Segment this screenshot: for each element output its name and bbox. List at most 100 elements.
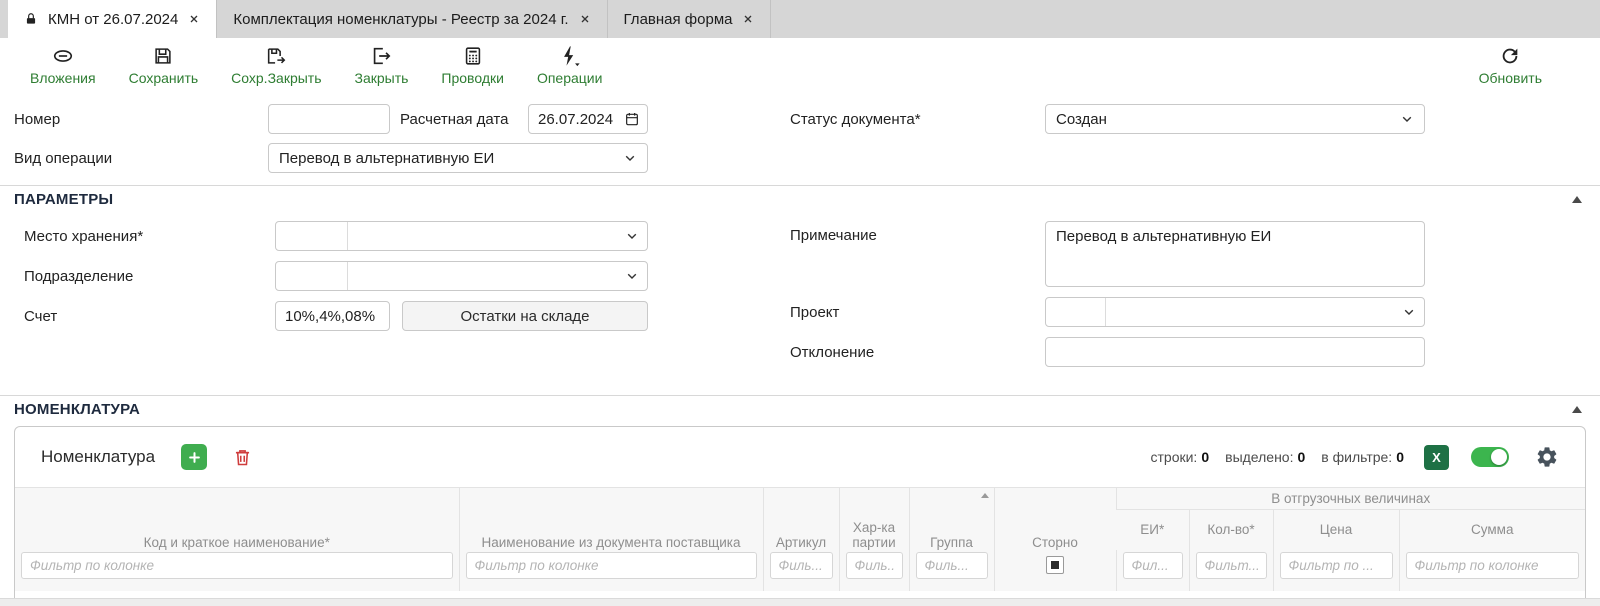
parameters-section-header[interactable]: ПАРАМЕТРЫ [0, 185, 1600, 213]
filter-input-article[interactable] [770, 552, 833, 579]
checkbox-indeterminate-mark [1051, 561, 1059, 569]
calculator-icon [462, 45, 484, 67]
filter-cell [909, 550, 994, 591]
close-document-button[interactable]: Закрыть [355, 45, 409, 86]
filter-input-supplier-name[interactable] [466, 552, 757, 579]
document-form: Номер Расчетная дата 26.07.2024 Статус д… [0, 96, 1600, 182]
column-header-storno[interactable]: Сторно [994, 488, 1116, 550]
filter-cell [1399, 550, 1585, 591]
form-row: Вид операции Перевод в альтернативную ЕИ [14, 143, 1600, 173]
refresh-button[interactable]: Обновить [1479, 45, 1542, 86]
storage-label: Место хранения* [24, 228, 275, 245]
postings-label: Проводки [441, 70, 504, 86]
deviation-input[interactable] [1045, 337, 1425, 367]
calc-date-value: 26.07.2024 [538, 111, 624, 128]
excel-glyph: X [1432, 450, 1441, 465]
account-input[interactable] [275, 301, 390, 331]
tab-label: КМН от 26.07.2024 [48, 11, 178, 28]
parameters-title: ПАРАМЕТРЫ [14, 191, 113, 208]
operations-button[interactable]: Операции [537, 45, 603, 86]
filter-input-group[interactable] [916, 552, 988, 579]
filter-cell [763, 550, 839, 591]
filter-input-batch[interactable] [846, 552, 903, 579]
chevron-down-icon [617, 269, 647, 283]
parameters-left-column: Место хранения* Подразделение [24, 221, 648, 377]
tab-register[interactable]: Комплектация номенклатуры - Реестр за 20… [217, 0, 607, 38]
department-code-segment[interactable] [276, 262, 348, 290]
close-label: Закрыть [355, 70, 409, 86]
save-close-button[interactable]: Сохр.Закрыть [231, 45, 321, 86]
postings-button[interactable]: Проводки [441, 45, 504, 86]
department-select[interactable] [275, 261, 648, 291]
close-icon[interactable] [188, 13, 200, 25]
storno-filter-checkbox[interactable] [1046, 556, 1064, 574]
filter-input-price[interactable] [1280, 552, 1393, 579]
lightning-icon [558, 45, 582, 67]
nomenclature-section-header[interactable]: НОМЕНКЛАТУРА [0, 395, 1600, 423]
tab-document[interactable]: КМН от 26.07.2024 [8, 0, 217, 38]
operation-type-select[interactable]: Перевод в альтернативную ЕИ [268, 143, 648, 173]
calc-date-input[interactable]: 26.07.2024 [528, 104, 648, 134]
exit-door-icon [370, 45, 392, 67]
column-header-supplier-name[interactable]: Наименование из документа поставщика [459, 488, 763, 550]
attachments-button[interactable]: Вложения [30, 45, 96, 86]
filter-input-code[interactable] [21, 552, 453, 579]
calendar-icon[interactable] [624, 111, 640, 127]
status-label: Статус документа* [790, 111, 1045, 128]
tab-label: Комплектация номенклатуры - Реестр за 20… [233, 11, 568, 28]
close-icon[interactable] [742, 13, 754, 25]
horizontal-scrollbar[interactable] [0, 598, 1600, 606]
tab-label: Главная форма [624, 11, 733, 28]
calc-date-label: Расчетная дата [400, 111, 528, 128]
status-select[interactable]: Создан [1045, 104, 1425, 134]
settings-gear-icon[interactable] [1535, 445, 1559, 469]
column-header-group[interactable]: Группа [909, 488, 994, 550]
note-value: Перевод в альтернативную ЕИ [1056, 228, 1271, 245]
filtered-count: в фильтре:0 [1321, 449, 1404, 465]
filter-cell [1189, 550, 1273, 591]
collapse-icon[interactable] [1572, 406, 1582, 413]
department-label: Подразделение [24, 268, 275, 285]
floppy-arrow-icon [265, 45, 287, 67]
column-header-sum[interactable]: Сумма [1399, 510, 1585, 550]
selected-count: выделено:0 [1225, 449, 1305, 465]
save-button[interactable]: Сохранить [129, 45, 199, 86]
close-icon[interactable] [579, 13, 591, 25]
filter-input-unit[interactable] [1123, 552, 1183, 579]
project-select[interactable] [1045, 297, 1425, 327]
delete-row-button[interactable] [229, 444, 255, 470]
filter-cell [839, 550, 909, 591]
refresh-icon [1499, 45, 1521, 67]
number-label: Номер [14, 111, 268, 128]
attachments-label: Вложения [30, 70, 96, 86]
project-code-segment[interactable] [1046, 298, 1106, 326]
note-textarea[interactable]: Перевод в альтернативную ЕИ [1045, 221, 1425, 287]
chevron-down-icon [623, 151, 637, 165]
filter-cell [994, 550, 1116, 591]
number-input[interactable] [268, 104, 390, 134]
filter-input-sum[interactable] [1406, 552, 1580, 579]
save-label: Сохранить [129, 70, 199, 86]
parameters-right-column: Примечание Перевод в альтернативную ЕИ П… [790, 221, 1425, 377]
column-header-article[interactable]: Артикул [763, 488, 839, 550]
form-row: Номер Расчетная дата 26.07.2024 Статус д… [14, 104, 1600, 134]
stock-balances-button[interactable]: Остатки на складе [402, 301, 648, 331]
column-header-qty[interactable]: Кол-во* [1189, 510, 1273, 550]
storage-select[interactable] [275, 221, 648, 251]
storage-code-segment[interactable] [276, 222, 348, 250]
column-header-unit[interactable]: ЕИ* [1116, 510, 1189, 550]
column-header-batch[interactable]: Хар-ка партии [839, 488, 909, 550]
column-header-price[interactable]: Цена [1273, 510, 1399, 550]
filter-cell [459, 550, 763, 591]
excel-export-button[interactable]: X [1424, 445, 1449, 470]
filter-cell [15, 550, 459, 591]
filter-input-qty[interactable] [1196, 552, 1267, 579]
column-header-code[interactable]: Код и краткое наименование* [15, 488, 459, 550]
tab-main-form[interactable]: Главная форма [608, 0, 772, 38]
add-row-button[interactable] [181, 444, 207, 470]
filter-toggle[interactable] [1471, 447, 1509, 467]
grid-stats: строки:0 выделено:0 в фильтре:0 [1151, 449, 1405, 465]
operations-label: Операции [537, 70, 603, 86]
save-close-label: Сохр.Закрыть [231, 70, 321, 86]
collapse-icon[interactable] [1572, 196, 1582, 203]
